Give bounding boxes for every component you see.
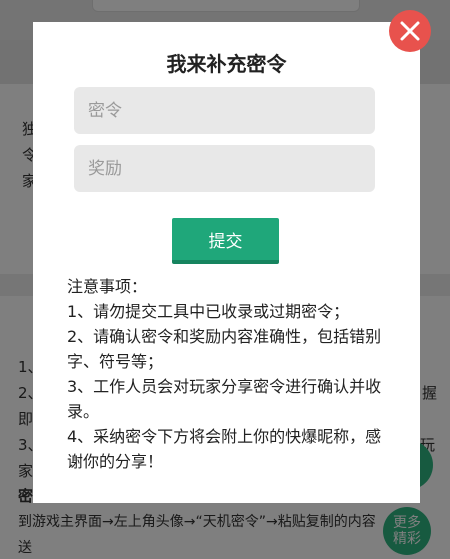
submit-button[interactable]: 提交 xyxy=(172,218,279,264)
close-button[interactable] xyxy=(389,10,431,52)
notes-heading: 注意事项： xyxy=(67,277,148,296)
password-input[interactable] xyxy=(74,87,375,134)
modal-title: 我来补充密令 xyxy=(166,52,287,76)
notes-section: 注意事项： 1、请勿提交工具中已收录或过期密令； 2、请确认密令和奖励内容准确性… xyxy=(67,274,389,474)
note-item: 3、工作人员会对玩家分享密令进行确认并收录。 xyxy=(67,377,382,421)
note-item: 2、请确认密令和奖励内容准确性，包括错别字、符号等； xyxy=(67,327,382,371)
submit-password-modal: 我来补充密令 提交 注意事项： 1、请勿提交工具中已收录或过期密令； 2、请确认… xyxy=(33,22,420,503)
note-item: 4、采纳密令下方将会附上你的快爆昵称，感谢你的分享！ xyxy=(67,427,382,471)
note-item: 1、请勿提交工具中已收录或过期密令； xyxy=(67,302,350,321)
close-icon xyxy=(400,21,420,41)
reward-input[interactable] xyxy=(74,145,375,192)
